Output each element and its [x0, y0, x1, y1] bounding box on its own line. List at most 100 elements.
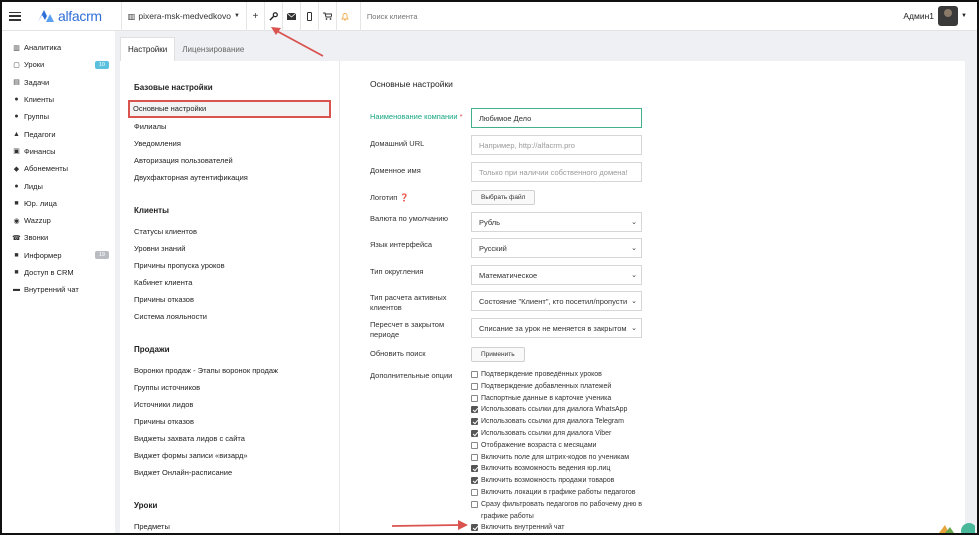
sidebar-item[interactable]: ▤ Задачи — [2, 74, 115, 91]
sidebar-item[interactable]: ● Клиенты — [2, 91, 115, 108]
sidebar-item[interactable]: ◆ Абонементы — [2, 160, 115, 177]
client-search[interactable] — [359, 2, 487, 31]
settings-nav-link[interactable]: Система лояльности — [134, 308, 339, 325]
sidebar-item[interactable]: ▣ Финансы — [2, 143, 115, 160]
checkbox-checked[interactable] — [471, 465, 478, 473]
settings-nav-link[interactable]: Уведомления — [134, 135, 339, 152]
settings-nav-link[interactable]: Группы источников — [134, 379, 339, 396]
settings-nav-link[interactable]: Статусы клиентов — [134, 223, 339, 240]
checkbox-unchecked[interactable] — [471, 394, 478, 402]
checkbox-unchecked[interactable] — [471, 382, 478, 390]
checkbox-checked[interactable] — [471, 406, 478, 414]
sidebar-item[interactable]: ● Лиды — [2, 177, 115, 194]
option-checkbox-row[interactable]: Использовать ссылки для диалога WhatsApp — [471, 404, 656, 416]
option-checkbox-row[interactable]: Включить возможность продажи товаров — [471, 475, 656, 487]
settings-section-title: Уроки — [134, 501, 158, 510]
bell-icon[interactable] — [335, 2, 354, 31]
menu-icon[interactable] — [9, 11, 21, 21]
sidebar-item[interactable]: ◉ Wazzup — [2, 212, 115, 229]
settings-nav-link[interactable]: Предметы — [134, 518, 339, 533]
checkbox-unchecked[interactable] — [471, 441, 478, 449]
option-checkbox-row[interactable]: Включить поле для штрих-кодов по ученика… — [471, 452, 656, 464]
settings-nav-link[interactable]: Кабинет клиента — [134, 274, 339, 291]
logo[interactable]: alfacrm — [37, 8, 102, 24]
option-checkbox-row[interactable]: Включить возможность ведения юр.лиц — [471, 463, 656, 475]
option-checkbox-row[interactable]: Паспортные данные в карточке ученика — [471, 393, 656, 405]
language-select[interactable]: Русский ⌄ — [471, 238, 642, 258]
sidebar-item[interactable]: ▥ Аналитика — [2, 39, 115, 56]
user-menu[interactable]: Админ1 ▼ — [903, 6, 967, 26]
checkbox-checked[interactable] — [471, 524, 478, 532]
recalc-select[interactable]: Списание за урок не меняется в закрытом ⌄ — [471, 318, 642, 338]
active-calc-select[interactable]: Состояние "Клиент", кто посетил/пропусти… — [471, 291, 642, 311]
cart-icon[interactable] — [317, 2, 336, 31]
option-label: Включить локации в графике работы педаго… — [481, 488, 636, 496]
option-label: Паспортные данные в карточке ученика — [481, 394, 612, 402]
settings-nav-link[interactable]: Виджет формы записи «визард» — [134, 447, 339, 464]
option-checkbox-row[interactable]: Подтверждение проведённых уроков — [471, 369, 656, 381]
money-icon: ▣ — [13, 148, 20, 156]
settings-nav-link[interactable]: Причины отказов — [134, 413, 339, 430]
checkbox-checked[interactable] — [471, 418, 478, 426]
checkbox-unchecked[interactable] — [471, 488, 478, 496]
envelope-icon[interactable] — [281, 2, 300, 31]
settings-nav-link[interactable]: Филиалы — [134, 118, 339, 135]
settings-nav-link[interactable]: Виджеты захвата лидов с сайта — [134, 430, 339, 447]
chat-icon: ▬ — [13, 286, 20, 294]
checkbox-unchecked[interactable] — [471, 500, 478, 508]
option-checkbox-row[interactable]: Использовать ссылки для диалога Telegram — [471, 416, 656, 428]
building-icon: ▥ — [127, 11, 136, 21]
branch-selector[interactable]: ▥ pixera-msk-medvedkovo ▼ — [120, 2, 240, 31]
option-checkbox-row[interactable]: Отображение возраста с месяцами — [471, 440, 656, 452]
sidebar-item[interactable]: ■ Информер 19 — [2, 247, 115, 264]
apply-button[interactable]: Применить — [471, 347, 525, 362]
currency-select[interactable]: Рубль ⌄ — [471, 212, 642, 232]
settings-nav-link[interactable]: Авторизация пользователей — [134, 152, 339, 169]
sidebar-item[interactable]: ■ Доступ в CRM — [2, 264, 115, 281]
settings-nav-link[interactable]: Уровни знаний — [134, 240, 339, 257]
sidebar-item[interactable]: ▲ Педагоги — [2, 125, 115, 142]
settings-nav-link[interactable]: Причины пропуска уроков — [134, 257, 339, 274]
tab-licensing[interactable]: Лицензирование — [175, 37, 251, 61]
settings-nav-link[interactable]: Двухфакторная аутентификация — [134, 169, 339, 186]
settings-nav-link[interactable]: Виджет Онлайн-расписание — [134, 464, 339, 481]
option-checkbox-row[interactable]: Включить локации в графике работы педаго… — [471, 487, 656, 499]
settings-nav-link[interactable]: Воронки продаж - Этапы воронок продаж — [134, 362, 339, 379]
avatar[interactable] — [938, 6, 959, 26]
option-checkbox-row[interactable]: Сразу фильтровать педагогов по рабочему … — [471, 499, 656, 523]
informer-icon: ■ — [14, 251, 19, 259]
sidebar-item[interactable]: ■ Юр. лица — [2, 195, 115, 212]
support-widget-icon[interactable] — [935, 521, 975, 533]
form-title: Основные настройки — [370, 79, 453, 89]
checkbox-checked[interactable] — [471, 477, 478, 485]
search-update-row: Обновить поиск Применить — [370, 347, 670, 362]
checkbox-unchecked[interactable] — [471, 453, 478, 461]
plus-icon[interactable]: + — [245, 2, 264, 31]
tab-settings[interactable]: Настройки — [120, 37, 176, 61]
wrench-icon[interactable] — [263, 2, 282, 31]
settings-nav-link[interactable]: Основные настройки — [128, 100, 331, 118]
sidebar-item[interactable]: ☎ Звонки — [2, 229, 115, 246]
client-search-input[interactable] — [366, 11, 487, 21]
sidebar-item-label: Wazzup — [24, 216, 51, 226]
home-url-field[interactable]: Например, http://alfacrm.pro — [471, 135, 642, 155]
rounding-select[interactable]: Математическое ⌄ — [471, 265, 642, 285]
settings-nav-link[interactable]: Причины отказов — [134, 291, 339, 308]
checkbox-checked[interactable] — [471, 429, 478, 437]
option-checkbox-row[interactable]: Использовать ссылки для диалога Viber — [471, 428, 656, 440]
sidebar-item[interactable]: ▬ Внутренний чат — [2, 281, 115, 298]
logo-text: alfacrm — [58, 8, 102, 24]
mobile-icon[interactable] — [299, 2, 318, 31]
checkbox-unchecked[interactable] — [471, 371, 478, 378]
sidebar-item[interactable]: ● Группы — [2, 108, 115, 125]
sidebar-item[interactable]: ▢ Уроки 10 — [2, 56, 115, 73]
option-label: Использовать ссылки для диалога WhatsApp — [481, 406, 628, 414]
settings-nav-link[interactable]: Источники лидов — [134, 396, 339, 413]
option-checkbox-row[interactable]: Подтверждение добавленных платежей — [471, 381, 656, 393]
top-bar: alfacrm ▥ pixera-msk-medvedkovo ▼ + Адми… — [2, 2, 977, 31]
currency-row: Валюта по умолчанию Рубль ⌄ — [370, 212, 670, 232]
domain-field[interactable]: Только при наличии собственного домена! — [471, 162, 642, 182]
option-checkbox-row[interactable]: Включить внутренний чат — [471, 522, 656, 533]
company-name-field[interactable]: Любимое Дело — [471, 108, 642, 128]
choose-file-button[interactable]: Выбрать файл — [471, 190, 536, 205]
